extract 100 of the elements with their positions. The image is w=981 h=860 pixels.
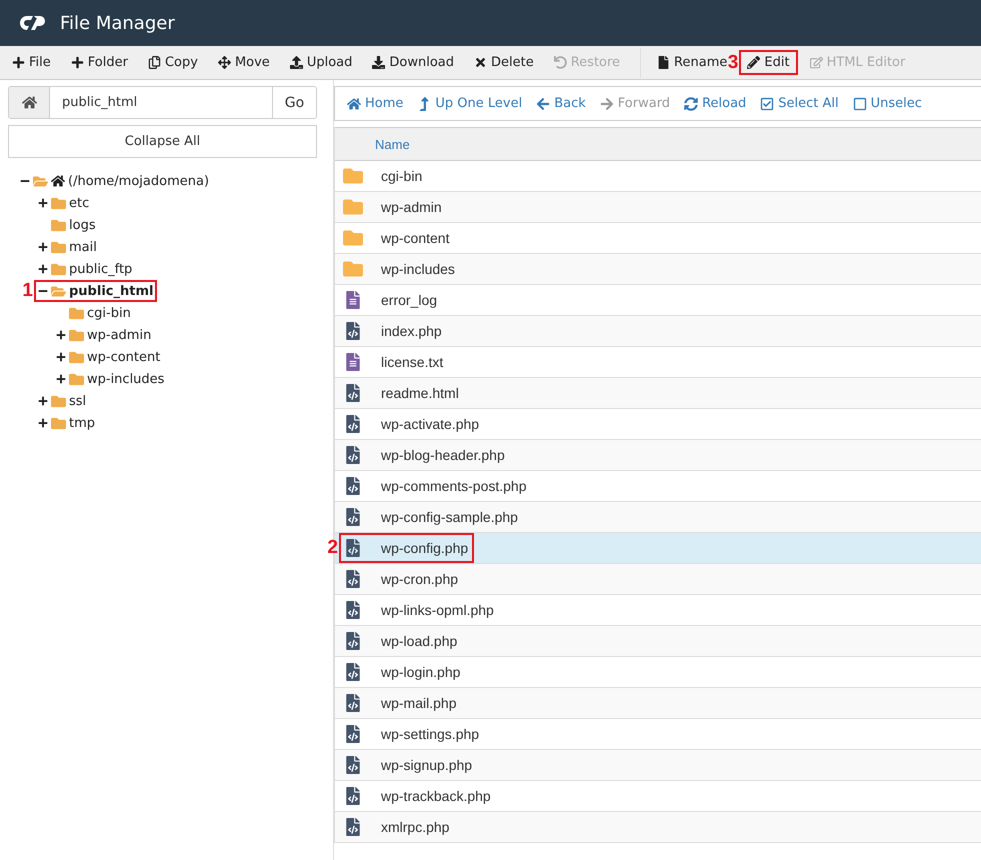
tree-item[interactable]: logs [34, 214, 100, 236]
file-name: wp-trackback.php [381, 788, 491, 804]
plus-icon[interactable] [56, 374, 66, 384]
tree-item[interactable]: wp-content [52, 346, 164, 368]
folder-icon [69, 350, 84, 364]
toolbar-button[interactable]: File [4, 50, 59, 75]
folder-icon [51, 218, 66, 232]
go-button[interactable]: Go [272, 87, 316, 118]
tree-item[interactable]: public_ftp [34, 258, 136, 280]
callout-number: 1 [22, 280, 33, 302]
file-name: wp-signup.php [381, 757, 472, 773]
tree-item[interactable]: (/home/mojadomena) [16, 170, 214, 192]
code-file-icon [344, 446, 362, 464]
folder-icon [343, 197, 363, 217]
tree-item[interactable]: wp-includes [52, 368, 168, 390]
undo-icon [554, 56, 567, 69]
code-file-icon [344, 384, 362, 402]
file-row[interactable]: wp-includes [335, 254, 981, 285]
tree-label: logs [69, 218, 96, 232]
tree-label: etc [69, 196, 90, 210]
nav-link[interactable]: Up One Level [417, 96, 534, 111]
toolbar-button[interactable]: Move [210, 50, 278, 75]
home-icon [347, 96, 361, 110]
file-name: wp-config-sample.php [381, 509, 518, 525]
edit-icon [810, 56, 823, 69]
home-button[interactable] [9, 87, 50, 118]
file-row[interactable]: wp-signup.php [335, 750, 981, 781]
file-row[interactable]: wp-blog-header.php [335, 440, 981, 471]
folder-icon [51, 416, 66, 430]
file-row[interactable]: wp-load.php [335, 626, 981, 657]
nav-link[interactable]: Back [536, 96, 598, 111]
file-name: wp-activate.php [381, 416, 480, 432]
file-name: wp-login.php [381, 664, 460, 680]
file-name: readme.html [381, 385, 459, 401]
file-name: wp-config.php [381, 540, 468, 556]
file-name: wp-includes [381, 261, 455, 277]
code-file-icon [344, 725, 362, 743]
tree-label: wp-includes [87, 372, 164, 386]
folder-icon [343, 228, 363, 248]
tree-item[interactable]: etc [34, 192, 94, 214]
file-row[interactable]: index.php [335, 316, 981, 347]
nav-link[interactable]: Home [347, 96, 416, 111]
tree-label: cgi-bin [87, 306, 131, 320]
file-name: wp-content [381, 230, 450, 246]
nav-link[interactable]: Select All [760, 96, 851, 111]
tree-item[interactable]: tmp [34, 412, 100, 434]
callout-number: 2 [327, 537, 338, 559]
file-name: index.php [381, 323, 442, 339]
plus-icon [70, 56, 84, 69]
plus-icon[interactable] [56, 352, 66, 362]
folder-icon [51, 196, 66, 210]
folder-icon [343, 166, 363, 186]
tree-item[interactable]: mail [34, 236, 101, 258]
file-row[interactable]: wp-cron.php [335, 564, 981, 595]
app-title: File Manager [60, 12, 175, 34]
file-row[interactable]: wp-mail.php [335, 688, 981, 719]
toolbar-button[interactable]: Folder [62, 50, 136, 75]
file-row[interactable]: wp-config-sample.php [335, 502, 981, 533]
file-row[interactable]: wp-admin [335, 192, 981, 223]
copy-icon [148, 56, 161, 69]
plus-icon[interactable] [56, 330, 66, 340]
tree-item[interactable]: ssl [34, 390, 90, 412]
file-row[interactable]: xmlrpc.php [335, 812, 981, 843]
file-name: wp-mail.php [381, 695, 456, 711]
plus-icon[interactable] [38, 264, 48, 274]
callout-number: 3 [728, 52, 738, 74]
plus-icon[interactable] [38, 242, 48, 252]
code-file-icon [344, 694, 362, 712]
collapse-all-button[interactable]: Collapse All [8, 125, 317, 158]
pencil-icon [747, 56, 760, 69]
file-row[interactable]: readme.html [335, 378, 981, 409]
path-field[interactable]: public_html Go [8, 86, 317, 119]
tree-label: (/home/mojadomena) [68, 174, 210, 188]
plus-icon[interactable] [38, 418, 48, 428]
tree-label: wp-content [87, 350, 160, 364]
file-name: wp-load.php [381, 633, 458, 649]
folder-icon [343, 259, 363, 279]
reload-icon [684, 96, 698, 110]
toolbar-button[interactable]: Upload [282, 50, 360, 75]
plus-icon [12, 56, 25, 69]
folder-icon [33, 174, 48, 188]
tree-label: mail [69, 240, 97, 254]
toolbar-button[interactable]: Download [364, 50, 462, 75]
nav-link[interactable]: Unselec [852, 96, 934, 111]
plus-icon[interactable] [38, 396, 48, 406]
text-file-icon [344, 291, 362, 309]
nav-link[interactable]: Reload [684, 96, 758, 111]
plus-icon[interactable] [38, 198, 48, 208]
folder-icon [51, 240, 66, 254]
tree-label: ssl [69, 394, 86, 408]
text-file-icon [344, 353, 362, 371]
toolbar-button[interactable]: Copy [140, 50, 206, 75]
tree-label: public_ftp [69, 262, 132, 276]
file-name: wp-cron.php [381, 571, 458, 587]
toolbar-button[interactable]: Delete [466, 50, 542, 75]
tree-label: wp-admin [87, 328, 152, 342]
code-file-icon [344, 508, 362, 526]
tree-item[interactable]: cgi-bin [52, 302, 135, 324]
column-header[interactable]: Name [375, 136, 410, 152]
tree-item[interactable]: wp-admin [52, 324, 156, 346]
